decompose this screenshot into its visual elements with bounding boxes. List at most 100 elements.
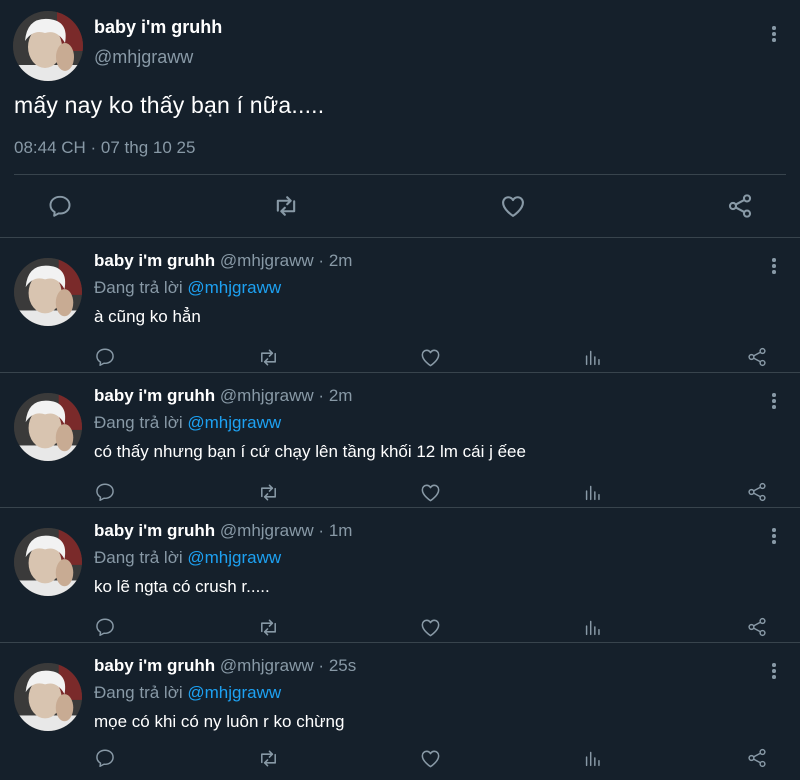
divider <box>14 174 786 175</box>
retweet-button[interactable] <box>255 344 281 370</box>
avatar[interactable] <box>14 393 82 461</box>
analytics-button[interactable] <box>580 344 606 370</box>
like-icon <box>421 484 439 501</box>
replying-to: Đang trả lời @mhjgraww <box>94 413 281 433</box>
retweet-button[interactable] <box>255 479 281 505</box>
reply-icon <box>96 348 114 366</box>
share-icon <box>748 347 766 367</box>
analytics-icon <box>585 350 600 366</box>
share-icon <box>748 482 766 502</box>
like-button[interactable] <box>417 344 443 370</box>
display-name[interactable]: baby i'm gruhh <box>94 251 215 270</box>
analytics-icon <box>585 751 600 767</box>
reply-icon <box>96 483 114 501</box>
reply-text: mọe có khi có ny luôn r ko chừng <box>94 712 345 731</box>
tweet-timestamp[interactable]: 08:44 CH · 07 thg 10 25 <box>14 138 195 158</box>
reply-button[interactable] <box>92 614 118 640</box>
like-button[interactable] <box>498 191 528 221</box>
replying-to: Đang trả lời @mhjgraww <box>94 278 281 298</box>
user-handle[interactable]: @mhjgraww <box>220 521 314 540</box>
replying-prefix: Đang trả lời <box>94 548 183 567</box>
replies-list: baby i'm gruhh @mhjgraww · 2m Đang trả l… <box>0 238 800 778</box>
like-button[interactable] <box>417 479 443 505</box>
avatar[interactable] <box>13 11 83 81</box>
display-name[interactable]: baby i'm gruhh <box>94 17 222 38</box>
reply-header: baby i'm gruhh @mhjgraww · 2m <box>94 251 353 270</box>
analytics-icon <box>585 620 600 636</box>
reply-text: ko lẽ ngta có crush r..... <box>94 577 270 596</box>
reply-text: có thấy nhưng bạn í cứ chạy lên tầng khố… <box>94 442 526 461</box>
more-options-icon[interactable] <box>770 663 778 679</box>
like-icon <box>421 349 439 366</box>
retweet-button[interactable] <box>255 614 281 640</box>
user-handle[interactable]: @mhjgraww <box>94 47 193 68</box>
reply-time[interactable]: 1m <box>329 521 353 540</box>
like-icon <box>421 619 439 636</box>
mention-link[interactable]: @mhjgraww <box>187 548 281 567</box>
reply-button[interactable] <box>92 745 118 771</box>
share-button[interactable] <box>744 344 770 370</box>
more-options-icon[interactable] <box>770 393 778 409</box>
share-icon <box>728 194 752 218</box>
reply-icon <box>96 749 114 767</box>
analytics-button[interactable] <box>580 614 606 640</box>
user-handle[interactable]: @mhjgraww <box>220 656 314 675</box>
reply-icon <box>96 618 114 636</box>
replying-prefix: Đang trả lời <box>94 278 183 297</box>
user-handle[interactable]: @mhjgraww <box>220 386 314 405</box>
avatar[interactable] <box>14 258 82 326</box>
main-tweet: baby i'm gruhh @mhjgraww mấy nay ko thấy… <box>0 0 800 238</box>
share-button[interactable] <box>744 479 770 505</box>
retweet-button[interactable] <box>255 745 281 771</box>
reply-icon <box>49 195 71 217</box>
reply-button[interactable] <box>45 191 75 221</box>
retweet-icon <box>260 484 276 500</box>
reply-tweet[interactable]: baby i'm gruhh @mhjgraww · 25s Đang trả … <box>0 643 800 778</box>
more-options-icon[interactable] <box>770 528 778 544</box>
display-name[interactable]: baby i'm gruhh <box>94 656 215 675</box>
share-button[interactable] <box>744 614 770 640</box>
analytics-button[interactable] <box>580 745 606 771</box>
avatar[interactable] <box>14 528 82 596</box>
reply-button[interactable] <box>92 344 118 370</box>
mention-link[interactable]: @mhjgraww <box>187 413 281 432</box>
mention-link[interactable]: @mhjgraww <box>187 278 281 297</box>
like-button[interactable] <box>417 614 443 640</box>
reply-header: baby i'm gruhh @mhjgraww · 1m <box>94 521 353 540</box>
like-button[interactable] <box>417 745 443 771</box>
reply-tweet[interactable]: baby i'm gruhh @mhjgraww · 2m Đang trả l… <box>0 238 800 373</box>
reply-tweet[interactable]: baby i'm gruhh @mhjgraww · 2m Đang trả l… <box>0 373 800 508</box>
more-options-icon[interactable] <box>770 26 778 42</box>
reply-button[interactable] <box>92 479 118 505</box>
reply-time[interactable]: 2m <box>329 251 353 270</box>
retweet-icon <box>260 349 276 365</box>
mention-link[interactable]: @mhjgraww <box>187 683 281 702</box>
share-icon <box>748 748 766 768</box>
user-handle[interactable]: @mhjgraww <box>220 251 314 270</box>
like-icon <box>421 750 439 767</box>
analytics-button[interactable] <box>580 479 606 505</box>
reply-text: à cũng ko hẳn <box>94 307 201 326</box>
replying-prefix: Đang trả lời <box>94 683 183 702</box>
avatar[interactable] <box>14 663 82 731</box>
share-button[interactable] <box>725 191 755 221</box>
replying-to: Đang trả lời @mhjgraww <box>94 683 281 703</box>
reply-header: baby i'm gruhh @mhjgraww · 2m <box>94 386 353 405</box>
replying-prefix: Đang trả lời <box>94 413 183 432</box>
retweet-icon <box>276 196 296 216</box>
replying-to: Đang trả lời @mhjgraww <box>94 548 281 568</box>
reply-header: baby i'm gruhh @mhjgraww · 25s <box>94 656 357 675</box>
reply-tweet[interactable]: baby i'm gruhh @mhjgraww · 1m Đang trả l… <box>0 508 800 643</box>
retweet-icon <box>260 750 276 766</box>
reply-time[interactable]: 25s <box>329 656 356 675</box>
share-icon <box>748 617 766 637</box>
like-icon <box>502 196 524 217</box>
analytics-icon <box>585 485 600 501</box>
retweet-button[interactable] <box>271 191 301 221</box>
share-button[interactable] <box>744 745 770 771</box>
tweet-text: mấy nay ko thấy bạn í nữa..... <box>14 92 325 118</box>
display-name[interactable]: baby i'm gruhh <box>94 386 215 405</box>
more-options-icon[interactable] <box>770 258 778 274</box>
display-name[interactable]: baby i'm gruhh <box>94 521 215 540</box>
reply-time[interactable]: 2m <box>329 386 353 405</box>
